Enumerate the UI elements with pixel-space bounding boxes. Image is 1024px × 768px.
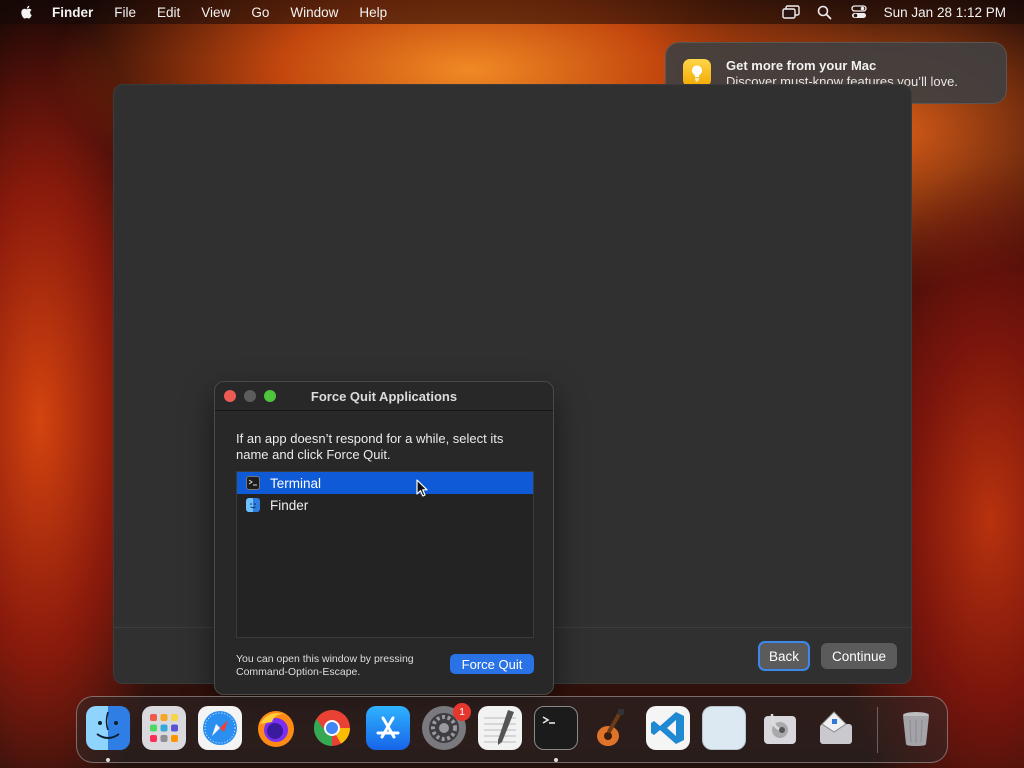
control-center-icon[interactable] [850, 4, 868, 20]
menu-window[interactable]: Window [290, 5, 338, 20]
dock-finder-icon[interactable] [86, 706, 130, 750]
dock-chrome-icon[interactable] [310, 706, 354, 750]
apple-menu-icon[interactable] [19, 4, 35, 20]
search-icon[interactable] [816, 4, 834, 20]
dialog-titlebar[interactable]: Force Quit Applications [215, 382, 553, 411]
dock-garageband-icon[interactable] [590, 706, 634, 750]
dock-preview-icon[interactable] [702, 706, 746, 750]
running-indicator [106, 758, 110, 762]
notification-badge: 1 [453, 703, 471, 721]
dock-vscode-icon[interactable] [646, 706, 690, 750]
notification-title: Get more from your Mac [726, 57, 877, 73]
menu-app-name[interactable]: Finder [52, 5, 93, 20]
dock: 1 [76, 696, 948, 763]
dock-terminal-icon[interactable] [534, 706, 578, 750]
zoom-window-button[interactable] [264, 390, 276, 402]
shortcut-hint: You can open this window by pressing Com… [236, 653, 414, 678]
app-list-item-terminal[interactable]: Terminal [237, 472, 533, 494]
menu-help[interactable]: Help [359, 5, 387, 20]
dock-boot-camp-icon[interactable] [814, 706, 858, 750]
app-list-item-finder[interactable]: Finder [237, 494, 533, 516]
screen-mirroring-icon[interactable] [781, 4, 800, 20]
force-quit-button[interactable]: Force Quit [450, 654, 534, 674]
dock-firefox-icon[interactable] [254, 706, 298, 750]
running-indicator [554, 758, 558, 762]
menu-go[interactable]: Go [251, 5, 269, 20]
app-name-label: Finder [270, 497, 309, 513]
menu-extras: Sun Jan 28 1:12 PM [766, 0, 1006, 24]
dock-trash-icon[interactable] [894, 706, 938, 750]
dock-separator [877, 707, 878, 753]
menu-view[interactable]: View [201, 5, 230, 20]
mouse-cursor-icon [416, 479, 428, 497]
menu-bar: Finder File Edit View Go Window Help Sun… [0, 0, 1024, 24]
dock-safari-icon[interactable] [198, 706, 242, 750]
menu-edit[interactable]: Edit [157, 5, 180, 20]
finder-icon [246, 498, 260, 512]
dock-disk-utility-icon[interactable] [758, 706, 802, 750]
force-quit-dialog: Force Quit Applications If an app doesn’… [214, 381, 554, 695]
dock-launchpad-icon[interactable] [142, 706, 186, 750]
dock-app-store-icon[interactable] [366, 706, 410, 750]
app-name-label: Terminal [270, 475, 322, 491]
terminal-icon [246, 476, 260, 490]
back-button[interactable]: Back [758, 641, 810, 671]
menu-clock[interactable]: Sun Jan 28 1:12 PM [884, 5, 1006, 20]
minimize-window-button[interactable] [244, 390, 256, 402]
menu-file[interactable]: File [114, 5, 136, 20]
app-list[interactable]: Terminal Finder [236, 471, 534, 638]
lightbulb-icon [683, 59, 711, 87]
dialog-instructions: If an app doesn’t respond for a while, s… [236, 431, 504, 462]
dock-textedit-icon[interactable] [478, 706, 522, 750]
continue-button[interactable]: Continue [821, 643, 897, 669]
close-window-button[interactable] [224, 390, 236, 402]
